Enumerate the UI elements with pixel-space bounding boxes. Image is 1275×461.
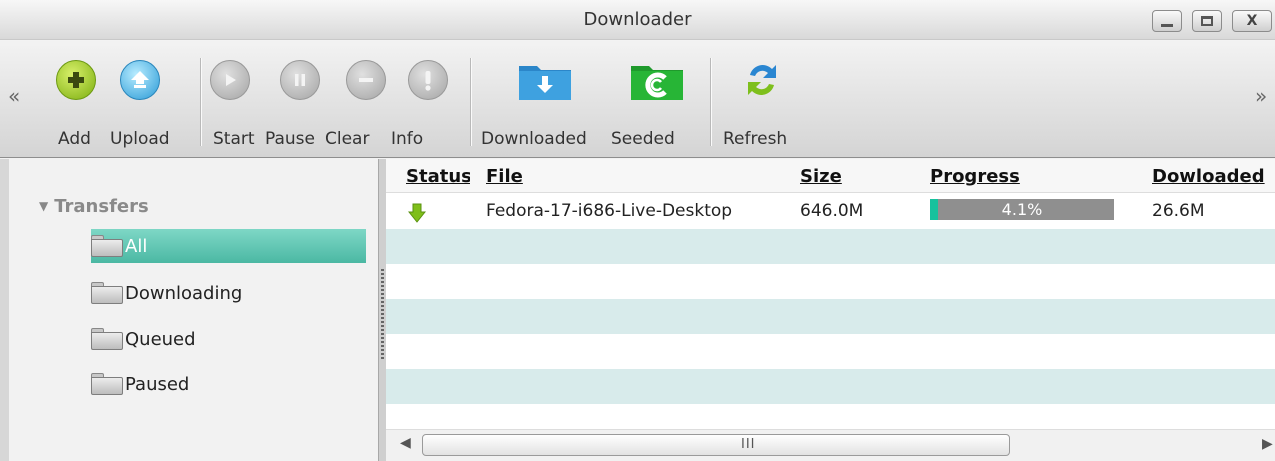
add-button-label[interactable]: Add (58, 129, 91, 149)
progress-text: 4.1% (1001, 200, 1043, 219)
downloader-window: Downloader X « » Add Upload Start Pause … (0, 0, 1275, 461)
downloaded-button[interactable] (516, 58, 574, 102)
column-header-progress[interactable]: Progress (930, 166, 1020, 187)
upload-icon (120, 60, 160, 100)
pause-icon (280, 60, 320, 100)
progress-bar: 4.1% (930, 199, 1114, 220)
table-row (386, 264, 1275, 299)
sidebar-item-paused[interactable]: Paused (91, 367, 366, 401)
file-name: Fedora-17-i686-Live-Desktop (486, 201, 733, 221)
clear-button-label[interactable]: Clear (325, 129, 369, 149)
column-header-downloaded[interactable]: Dowloaded (1152, 166, 1265, 187)
scroll-right-arrow-icon[interactable]: ▶ (1262, 436, 1273, 452)
folder-icon (91, 328, 123, 350)
sidebar-item-queued[interactable]: Queued (91, 322, 366, 356)
play-icon (210, 60, 250, 100)
pause-button-label[interactable]: Pause (265, 129, 315, 149)
toolbar-separator (470, 58, 472, 146)
scroll-left-arrow-icon[interactable]: ◀ (400, 435, 411, 451)
tree-root-label: Transfers (54, 196, 149, 217)
table-row (386, 369, 1275, 404)
tree-root-transfers[interactable]: ▼ Transfers (39, 196, 149, 217)
clear-button[interactable] (344, 58, 388, 102)
column-header-file[interactable]: File (486, 166, 523, 187)
expand-triangle-icon[interactable]: ▼ (39, 199, 48, 213)
blue-folder-download-icon (519, 66, 571, 100)
start-button-label[interactable]: Start (213, 129, 255, 149)
sidebar-item-label: All (125, 235, 148, 257)
sidebar: ▼ Transfers All Downloading Queued Paused (0, 159, 378, 461)
upload-button[interactable] (118, 58, 162, 102)
toolbar-scroll-right-icon[interactable]: » (1255, 84, 1267, 108)
info-button-label[interactable]: Info (391, 129, 423, 149)
sidebar-item-all[interactable]: All (91, 229, 366, 263)
folder-icon (91, 235, 123, 257)
add-button[interactable] (54, 58, 98, 102)
exclamation-icon (408, 60, 448, 100)
start-button[interactable] (208, 58, 252, 102)
folder-icon (91, 282, 123, 304)
table-row (386, 299, 1275, 334)
refresh-icon (748, 65, 776, 95)
refresh-button[interactable] (740, 58, 784, 102)
seeded-button-label[interactable]: Seeded (611, 129, 675, 149)
scrollbar-grip: III (741, 437, 756, 452)
green-folder-seed-icon (631, 66, 683, 100)
info-button[interactable] (406, 58, 450, 102)
table-row[interactable]: Fedora-17-i686-Live-Desktop 646.0M 4.1% … (386, 194, 1275, 229)
horizontal-scrollbar[interactable]: ◀ III ▶ (386, 429, 1275, 461)
sidebar-item-label: Paused (125, 373, 190, 395)
sidebar-item-label: Downloading (125, 282, 243, 304)
pause-button[interactable] (278, 58, 322, 102)
splitter-grip-icon[interactable] (381, 269, 384, 359)
downloaded-amount: 26.6M (1152, 201, 1205, 221)
close-icon: X (1246, 13, 1258, 29)
toolbar-scroll-left-icon[interactable]: « (8, 84, 20, 108)
maximize-button[interactable] (1192, 10, 1222, 32)
scrollbar-thumb[interactable]: III (422, 434, 1010, 456)
file-size: 646.0M (800, 201, 864, 221)
upload-button-label[interactable]: Upload (110, 129, 170, 149)
toolbar-separator (200, 58, 202, 146)
sidebar-item-label: Queued (125, 328, 196, 350)
minimize-icon (1161, 23, 1173, 27)
toolbar: « » Add Upload Start Pause Clear Info Do… (0, 40, 1275, 158)
add-icon (56, 60, 96, 100)
title-bar: Downloader X (0, 0, 1275, 40)
table-row (386, 334, 1275, 369)
table-row (386, 229, 1275, 264)
maximize-icon (1201, 16, 1213, 26)
column-header-size[interactable]: Size (800, 166, 842, 187)
seeded-button[interactable] (628, 58, 686, 102)
minus-icon (346, 60, 386, 100)
grid-header: Status File Size Progress Dowloaded (386, 159, 1275, 193)
folder-icon (91, 373, 123, 395)
window-title: Downloader (583, 9, 692, 30)
sidebar-item-downloading[interactable]: Downloading (91, 276, 366, 310)
column-header-status[interactable]: Status (406, 166, 470, 187)
transfers-grid: Status File Size Progress Dowloaded Fedo… (386, 159, 1275, 461)
download-arrow-icon (408, 203, 426, 223)
refresh-button-label[interactable]: Refresh (723, 129, 787, 149)
toolbar-separator (710, 58, 712, 146)
minimize-button[interactable] (1152, 10, 1182, 32)
downloaded-button-label[interactable]: Downloaded (481, 129, 587, 149)
close-button[interactable]: X (1232, 10, 1272, 32)
panel-splitter[interactable] (378, 159, 386, 461)
